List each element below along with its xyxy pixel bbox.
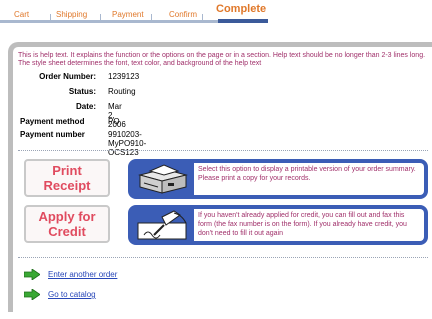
payment-number-value: 9910203-MyPO910-OCS123 [108,130,147,157]
status-label: Status: [68,87,96,96]
apply-credit-line1: Apply for [38,209,96,224]
signing-hand-icon [137,210,187,240]
print-receipt-button[interactable]: Print Receipt [24,159,110,197]
apply-credit-description-box: If you haven't already applied for credi… [128,205,428,245]
step-cart: Cart [14,10,30,19]
step-confirm: Confirm [169,10,198,19]
checkout-progress: Cart Shipping Payment Confirm Complete [0,0,432,30]
print-receipt-description-box: Select this option to display a printabl… [128,159,428,199]
print-receipt-line1: Print [52,163,82,178]
apply-credit-line2: Credit [48,224,86,239]
payment-method-label: Payment method [20,117,85,126]
step-tick [50,14,51,22]
apply-credit-button[interactable]: Apply for Credit [24,205,110,243]
date-label: Date: [75,102,96,111]
apply-credit-description: If you haven't already applied for credi… [194,209,424,241]
progress-track-complete [218,19,268,23]
enter-another-order-link[interactable]: Enter another order [48,270,117,279]
step-shipping: Shipping [56,10,88,19]
step-payment: Payment [112,10,144,19]
print-receipt-description: Select this option to display a printabl… [194,163,424,195]
step-tick [202,14,203,22]
step-tick [100,14,101,22]
printer-icon [138,164,188,194]
print-receipt-line2: Receipt [43,178,91,193]
step-tick [151,14,152,22]
divider [18,257,428,258]
payment-number-label: Payment number [20,130,85,139]
order-number-label: Order Number: [39,72,96,81]
divider [18,150,428,151]
status-value: Routing [108,87,136,96]
go-to-catalog-link[interactable]: Go to catalog [48,290,96,299]
green-arrow-icon [24,269,40,280]
green-arrow-icon [24,289,40,300]
payment-method-value: PO [108,117,120,126]
order-number-value: 1239123 [108,72,140,81]
help-text: This is help text. It explains the funct… [18,52,426,67]
step-complete: Complete [216,3,267,15]
progress-track [0,20,218,23]
